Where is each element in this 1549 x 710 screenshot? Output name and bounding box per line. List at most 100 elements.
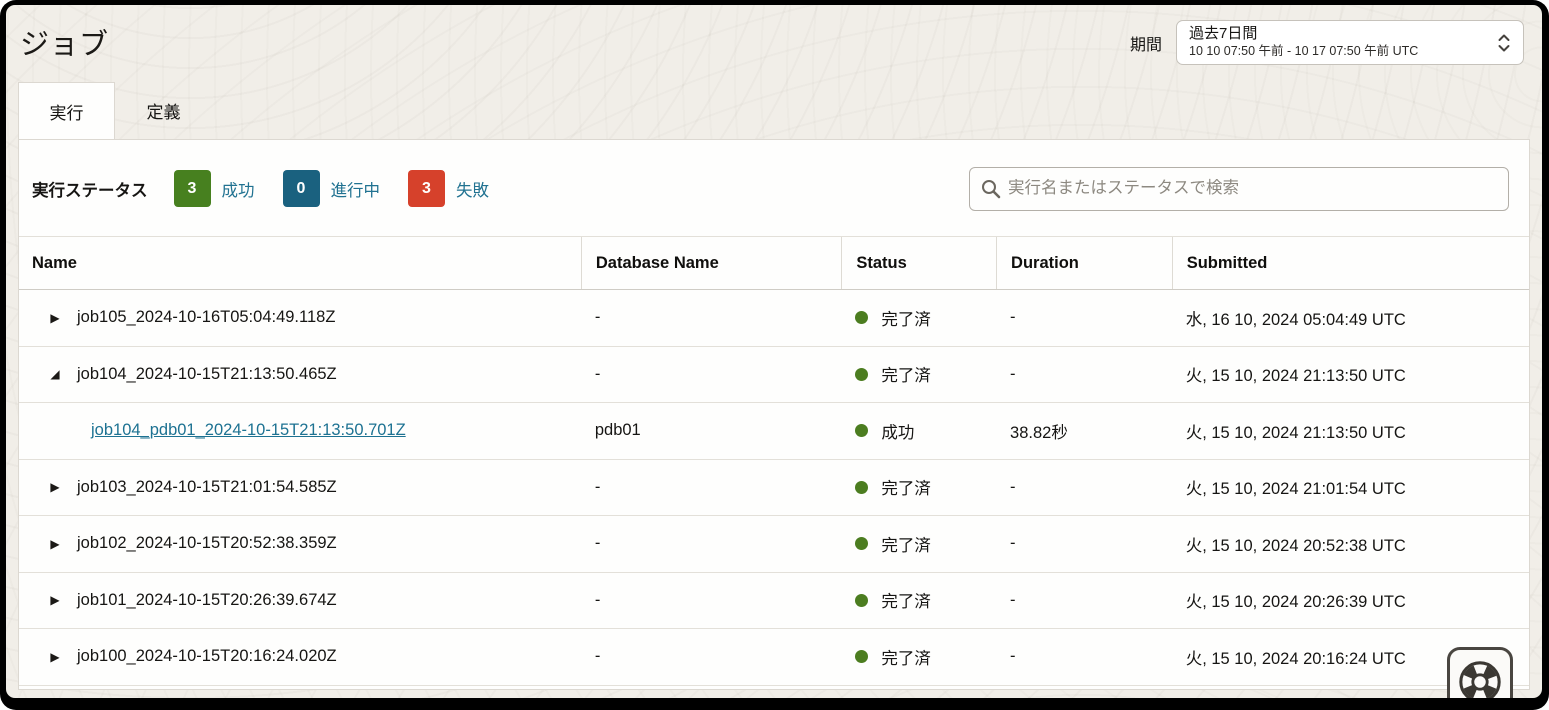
- cell-name: job104_pdb01_2024-10-15T21:13:50.701Z: [19, 421, 581, 440]
- search-icon: [980, 178, 1002, 200]
- cell-duration: 38.82秒: [996, 419, 1172, 443]
- help-button[interactable]: [1447, 647, 1513, 698]
- job-run-link[interactable]: job104_pdb01_2024-10-15T21:13:50.701Z: [91, 421, 406, 440]
- table-header: Name Database Name Status Duration Submi…: [19, 236, 1529, 290]
- status-text: 完了済: [881, 588, 931, 612]
- cell-status: 完了済: [841, 306, 996, 330]
- status-dot-icon: [855, 368, 868, 381]
- cell-name: ▶ job105_2024-10-16T05:04:49.118Z: [19, 308, 581, 327]
- in-progress-count-badge: 0: [283, 170, 320, 207]
- cell-duration: -: [996, 478, 1172, 497]
- table-row[interactable]: ▶job105_2024-10-16T05:04:49.118Z-完了済-水, …: [19, 290, 1529, 347]
- job-name: job100_2024-10-15T20:16:24.020Z: [77, 647, 337, 666]
- period-label: 期間: [1130, 31, 1162, 55]
- table-row[interactable]: job104_pdb01_2024-10-15T21:13:50.701Z pdb…: [19, 403, 1529, 460]
- column-header-status[interactable]: Status: [841, 237, 996, 289]
- select-updown-icon: [1497, 32, 1511, 54]
- cell-database-name: pdb01: [581, 421, 841, 440]
- period-select-value: 過去7日間 10 10 07:50 午前 - 10 17 07:50 午前 UT…: [1189, 25, 1418, 59]
- expand-row-icon[interactable]: ▶: [48, 537, 62, 551]
- period-date-range: 10 10 07:50 午前 - 10 17 07:50 午前 UTC: [1189, 44, 1418, 60]
- status-text: 成功: [881, 419, 914, 443]
- cell-name: ▶ job102_2024-10-15T20:52:38.359Z: [19, 534, 581, 553]
- cell-duration: -: [996, 591, 1172, 610]
- failed-count-badge: 3: [408, 170, 445, 207]
- cell-database-name: -: [581, 478, 841, 497]
- filter-succeeded[interactable]: 3 成功: [174, 170, 255, 207]
- tab-executions[interactable]: 実行: [18, 82, 115, 139]
- lifebuoy-icon: [1457, 659, 1503, 698]
- cell-database-name: -: [581, 647, 841, 666]
- expand-row-icon[interactable]: ▶: [48, 311, 62, 325]
- status-dot-icon: [855, 594, 868, 607]
- cell-duration: -: [996, 534, 1172, 553]
- status-filter-label: 実行ステータス: [32, 177, 148, 201]
- status-text: 完了済: [881, 306, 931, 330]
- expand-row-icon[interactable]: ▶: [48, 480, 62, 494]
- job-name: job102_2024-10-15T20:52:38.359Z: [77, 534, 337, 553]
- job-name: job105_2024-10-16T05:04:49.118Z: [77, 308, 335, 327]
- cell-database-name: -: [581, 534, 841, 553]
- search-input[interactable]: [969, 167, 1509, 211]
- job-name: job101_2024-10-15T20:26:39.674Z: [77, 591, 337, 610]
- in-progress-link[interactable]: 進行中: [331, 177, 381, 201]
- period-select[interactable]: 過去7日間 10 10 07:50 午前 - 10 17 07:50 午前 UT…: [1176, 20, 1524, 65]
- search-box: [969, 167, 1509, 211]
- table-row[interactable]: ▶job102_2024-10-15T20:52:38.359Z-完了済-火, …: [19, 516, 1529, 573]
- status-dot-icon: [855, 537, 868, 550]
- expand-row-icon[interactable]: ▶: [48, 650, 62, 664]
- cell-name: ▶ job100_2024-10-15T20:16:24.020Z: [19, 647, 581, 666]
- succeeded-link[interactable]: 成功: [222, 177, 255, 201]
- cell-duration: -: [996, 647, 1172, 666]
- job-name: job103_2024-10-15T21:01:54.585Z: [77, 478, 337, 497]
- cell-submitted: 火, 15 10, 2024 20:52:38 UTC: [1172, 532, 1529, 556]
- period-selected-option: 過去7日間: [1189, 25, 1418, 44]
- status-dot-icon: [855, 481, 868, 494]
- table-row[interactable]: ▶job100_2024-10-15T20:16:24.020Z-完了済-火, …: [19, 629, 1529, 686]
- table-row[interactable]: ▶job103_2024-10-15T21:01:54.585Z-完了済-火, …: [19, 460, 1529, 517]
- screenshot-frame: ジョブ 期間 過去7日間 10 10 07:50 午前 - 10 17 07:5…: [0, 0, 1549, 710]
- column-header-database-name[interactable]: Database Name: [581, 237, 841, 289]
- top-bar: ジョブ 期間 過去7日間 10 10 07:50 午前 - 10 17 07:5…: [6, 5, 1542, 77]
- cell-submitted: 火, 15 10, 2024 21:13:50 UTC: [1172, 419, 1529, 443]
- column-header-name[interactable]: Name: [19, 237, 581, 289]
- cell-status: 完了済: [841, 475, 996, 499]
- cell-status: 完了済: [841, 588, 996, 612]
- cell-submitted: 火, 15 10, 2024 20:26:39 UTC: [1172, 588, 1529, 612]
- cell-submitted: 火, 15 10, 2024 21:13:50 UTC: [1172, 362, 1529, 386]
- cell-submitted: 水, 16 10, 2024 05:04:49 UTC: [1172, 306, 1529, 330]
- expand-row-icon[interactable]: ▶: [48, 593, 62, 607]
- executions-table: Name Database Name Status Duration Submi…: [19, 236, 1529, 686]
- cell-status: 成功: [841, 419, 996, 443]
- cell-database-name: -: [581, 365, 841, 384]
- filter-failed[interactable]: 3 失敗: [408, 170, 489, 207]
- table-row[interactable]: ◢job104_2024-10-15T21:13:50.465Z-完了済-火, …: [19, 347, 1529, 404]
- succeeded-count-badge: 3: [174, 170, 211, 207]
- status-text: 完了済: [881, 475, 931, 499]
- cell-status: 完了済: [841, 362, 996, 386]
- table-body: ▶job105_2024-10-16T05:04:49.118Z-完了済-水, …: [19, 290, 1529, 686]
- cell-submitted: 火, 15 10, 2024 21:01:54 UTC: [1172, 475, 1529, 499]
- executions-panel: 実行ステータス 3 成功 0 進行中 3 失敗: [18, 139, 1530, 690]
- cell-duration: -: [996, 365, 1172, 384]
- failed-link[interactable]: 失敗: [456, 177, 489, 201]
- cell-name: ▶ job103_2024-10-15T21:01:54.585Z: [19, 478, 581, 497]
- cell-duration: -: [996, 308, 1172, 327]
- filter-in-progress[interactable]: 0 進行中: [283, 170, 381, 207]
- tab-definitions[interactable]: 定義: [115, 82, 212, 139]
- job-name: job104_2024-10-15T21:13:50.465Z: [77, 365, 337, 384]
- cell-name: ▶ job101_2024-10-15T20:26:39.674Z: [19, 591, 581, 610]
- column-header-submitted[interactable]: Submitted: [1172, 237, 1529, 289]
- table-row[interactable]: ▶job101_2024-10-15T20:26:39.674Z-完了済-火, …: [19, 573, 1529, 630]
- status-dot-icon: [855, 650, 868, 663]
- status-text: 完了済: [881, 362, 931, 386]
- collapse-row-icon[interactable]: ◢: [48, 367, 62, 381]
- cell-name: ◢ job104_2024-10-15T21:13:50.465Z: [19, 365, 581, 384]
- jobs-page: ジョブ 期間 過去7日間 10 10 07:50 午前 - 10 17 07:5…: [6, 5, 1542, 698]
- cell-status: 完了済: [841, 645, 996, 669]
- column-header-duration[interactable]: Duration: [996, 237, 1172, 289]
- filter-row: 実行ステータス 3 成功 0 進行中 3 失敗: [19, 140, 1529, 236]
- status-text: 完了済: [881, 532, 931, 556]
- status-dot-icon: [855, 424, 868, 437]
- execution-status-filter: 実行ステータス 3 成功 0 進行中 3 失敗: [32, 170, 517, 207]
